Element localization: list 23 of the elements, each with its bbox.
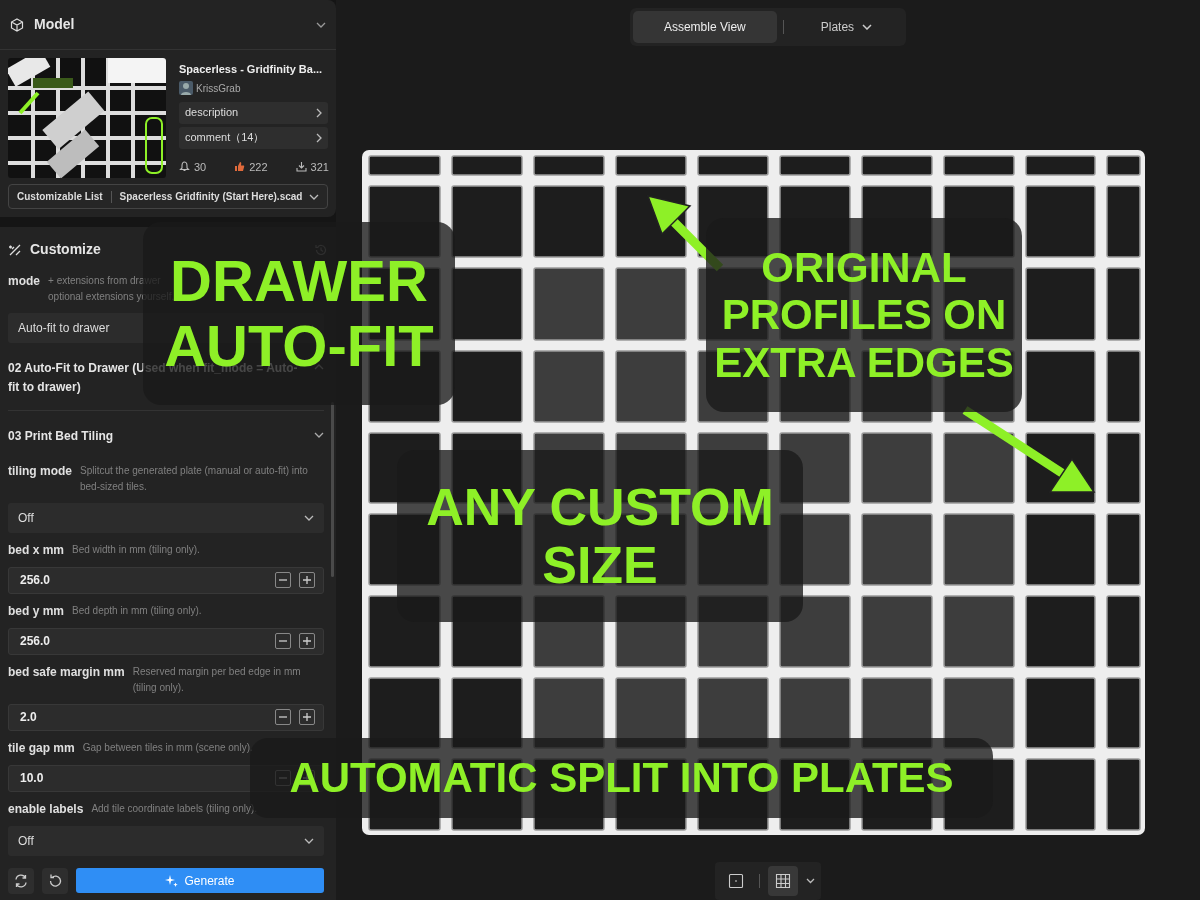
help-text: Add tile coordinate labels (tiling only). <box>91 801 259 816</box>
field-label: enable labels <box>8 800 84 818</box>
field-label: tiling mode <box>8 462 72 480</box>
help-text: Reserved margin per bed edge in mm (tiling only). <box>132 664 302 695</box>
caption-tooltip: ANY CUSTOM SIZE <box>397 450 803 622</box>
help-text: Bed depth in mm (tiling only). <box>72 603 203 618</box>
help-text: Gap between tiles in mm (scene only). <box>82 740 254 755</box>
stat-count: 222 <box>249 159 268 175</box>
stat-count: 321 <box>310 159 329 175</box>
caption-tooltip: ORIGINAL PROFILES ON EXTRA EDGES <box>706 218 1022 412</box>
field-label: tile gap mm <box>8 739 75 757</box>
field-label: bed safe margin mm <box>8 663 125 681</box>
stat-count: 30 <box>194 159 207 175</box>
help-text: Bed width in mm (tiling only). <box>72 542 201 557</box>
field-label: mode <box>8 273 40 290</box>
panel-title: Model <box>34 15 76 34</box>
section-title: 03 Print Bed Tiling <box>8 428 114 446</box>
model-title: Spacerless - Gridfinity Ba... <box>179 62 323 77</box>
help-text: Splitcut the generated plate (manual or auto-fit) into bed-sized tiles. <box>80 463 309 494</box>
author-name: KrissGrab <box>196 81 241 96</box>
panel-title: Customize <box>30 240 102 259</box>
field-label: bed x mm <box>8 541 64 559</box>
field-label: bed y mm <box>8 602 64 620</box>
